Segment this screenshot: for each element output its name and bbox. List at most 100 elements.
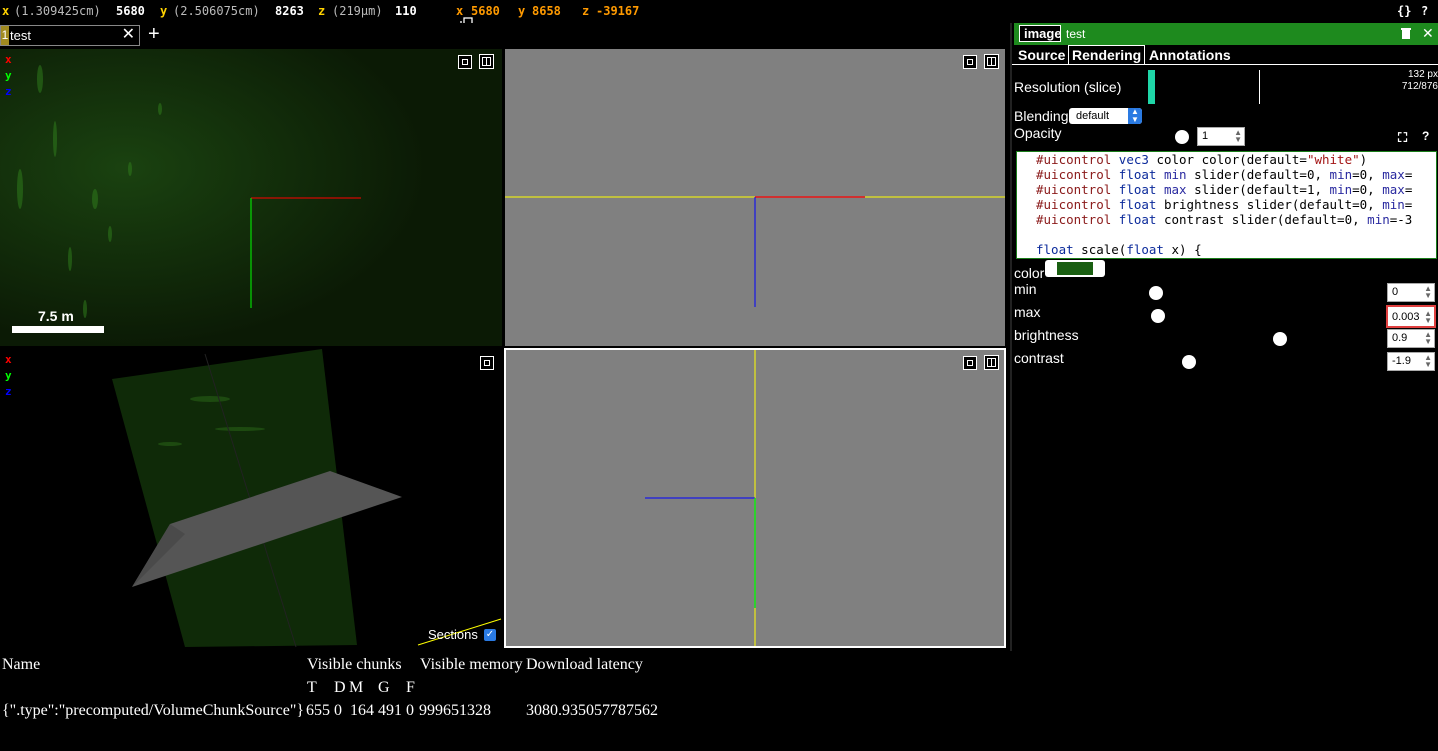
xy-slice-panel[interactable]: x y z 7.5 m (0, 49, 502, 346)
help-button[interactable]: ? (1421, 4, 1428, 18)
color-swatch (1057, 262, 1093, 275)
xz-slice-panel[interactable] (505, 49, 1005, 346)
xz-crosshair (505, 196, 1005, 307)
z-coord-value[interactable]: 110 (395, 4, 417, 18)
trash-icon[interactable] (1400, 27, 1412, 45)
blending-select[interactable]: default ▲ ▼ (1069, 108, 1142, 124)
brightness-slider-knob[interactable] (1273, 332, 1287, 346)
mouse-y-value: 8658 (532, 4, 561, 18)
row-latency: 3080.935057787562 (526, 702, 658, 719)
axis-z-label: z (5, 385, 12, 398)
3d-scene (112, 349, 502, 648)
max-slider-knob[interactable] (1151, 309, 1165, 323)
row-counts: 655 0 164 491 0 (306, 702, 414, 719)
maximize-panel-icon[interactable] (963, 356, 977, 370)
split-panel-icon[interactable] (984, 54, 999, 69)
close-icon[interactable]: ✕ (1422, 25, 1434, 42)
shader-help-button[interactable]: ? (1422, 129, 1429, 143)
code-line: #uicontrol float max slider(default=1, m… (1036, 182, 1413, 197)
blending-value: default (1076, 110, 1110, 122)
max-input[interactable]: 0.003 ▲ ▼ (1386, 305, 1436, 328)
xy-slice-image (0, 49, 502, 346)
contrast-label: contrast (1014, 350, 1064, 366)
y-coord-label: y (160, 4, 168, 18)
axis-x-label: x (5, 53, 12, 66)
subheader-d: D (334, 679, 346, 696)
blending-label: Blending (1014, 108, 1069, 124)
maximize-panel-icon[interactable] (480, 356, 494, 370)
shader-code-editor[interactable]: #uicontrol vec3 color color(default="whi… (1016, 151, 1437, 259)
close-icon[interactable]: ✕ (122, 26, 135, 44)
contrast-slider-knob[interactable] (1182, 355, 1196, 369)
row-name: {".type":"precomputed/VolumeChunkSource"… (2, 702, 305, 719)
tab-annotations[interactable]: Annotations (1146, 46, 1234, 64)
fullscreen-icon[interactable]: ⛶ (1398, 130, 1407, 146)
yz-slice-panel[interactable] (504, 348, 1006, 648)
spinner-icon: ▲ ▼ (1424, 284, 1432, 300)
max-value: 0.003 (1392, 311, 1420, 323)
layer-number: 1 (1, 26, 9, 45)
tab-rendering[interactable]: Rendering (1068, 45, 1146, 64)
chevron-down-icon: ▲ ▼ (1128, 108, 1142, 124)
header-visible-memory: Visible memory (420, 656, 523, 673)
opacity-value: 1 (1202, 130, 1209, 142)
add-layer-button[interactable]: + (148, 24, 160, 44)
sections-label: Sections (428, 627, 478, 642)
min-input[interactable]: 0 ▲ ▼ (1387, 283, 1435, 302)
min-value: 0 (1392, 286, 1399, 298)
row-memory: 999651328 (419, 702, 491, 719)
color-picker[interactable] (1045, 260, 1105, 277)
opacity-input[interactable]: 1 ▲ ▼ (1197, 127, 1245, 146)
mouse-x-label: x (456, 4, 464, 18)
sections-checkbox[interactable]: ✓ (484, 629, 496, 641)
contrast-input[interactable]: -1.9 ▲ ▼ (1387, 352, 1435, 371)
maximize-panel-icon[interactable] (458, 55, 472, 69)
layer-name[interactable]: test (1066, 27, 1085, 41)
x-coord-label: x (2, 4, 10, 18)
tab-source[interactable]: Source (1014, 46, 1069, 64)
subheader-g: G (378, 679, 390, 696)
brightness-label: brightness (1014, 327, 1079, 343)
split-panel-icon[interactable] (984, 355, 999, 370)
resolution-px: 132 px (1407, 69, 1438, 80)
code-line: #uicontrol float brightness slider(defau… (1036, 197, 1413, 212)
layer-tab-test[interactable]: 1 test ✕ (0, 25, 140, 46)
split-panel-icon[interactable] (479, 54, 494, 69)
mouse-z-value: -39167 (596, 4, 640, 18)
code-line: #uicontrol vec3 color color(default="whi… (1036, 152, 1368, 167)
json-state-button[interactable]: {} (1397, 4, 1411, 18)
resolution-bar (1148, 70, 1155, 104)
resolution-marker (1259, 70, 1260, 104)
layer-tab-label: test (10, 28, 31, 43)
x-coord-value[interactable]: 5680 (116, 4, 145, 18)
3d-view-panel[interactable]: x y z Sections ✓ (0, 349, 502, 649)
y-coord-value[interactable]: 8263 (275, 4, 304, 18)
resolution-label: Resolution (slice) (1014, 79, 1122, 95)
chunk-statistics-table: Name Visible chunks Visible memory Downl… (0, 652, 1438, 751)
brightness-input[interactable]: 0.9 ▲ ▼ (1387, 329, 1435, 348)
layer-type-selector[interactable]: image (1019, 25, 1061, 42)
axis-x-label: x (5, 353, 12, 366)
spinner-icon: ▲ ▼ (1424, 309, 1432, 325)
min-label: min (1014, 281, 1037, 297)
yz-crosshair (645, 350, 756, 646)
scale-bar-label: 7.5 m (38, 308, 74, 324)
opacity-slider-knob[interactable] (1175, 130, 1189, 144)
resolution-chunks: 712/876 (1401, 81, 1438, 92)
code-line: #uicontrol float contrast slider(default… (1036, 212, 1413, 227)
brightness-value: 0.9 (1392, 332, 1408, 344)
mouse-z-label: z (582, 4, 590, 18)
axis-y-label: y (5, 69, 12, 82)
y-coord-scale: (2.506075cm) (173, 4, 260, 18)
code-line: #uicontrol float min slider(default=0, m… (1036, 167, 1413, 182)
opacity-label: Opacity (1014, 125, 1062, 141)
header-visible-chunks: Visible chunks (307, 656, 402, 673)
code-line: float scale(float x) { (1036, 242, 1202, 257)
z-coord-label: z (318, 4, 326, 18)
spinner-icon: ▲ ▼ (1234, 128, 1242, 144)
spinner-icon: ▲ ▼ (1424, 330, 1432, 346)
maximize-panel-icon[interactable] (963, 55, 977, 69)
header-name: Name (2, 656, 41, 673)
min-slider-knob[interactable] (1149, 286, 1163, 300)
